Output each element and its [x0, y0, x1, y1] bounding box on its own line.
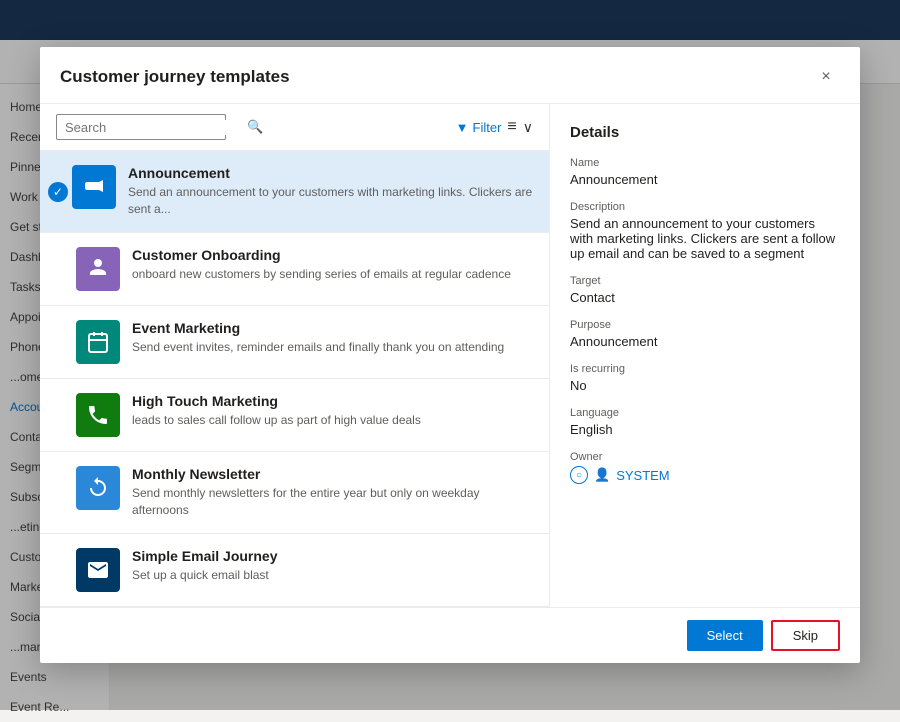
detail-recurring: Is recurring No: [570, 363, 840, 393]
sort-icon[interactable]: ≡: [507, 118, 516, 136]
template-item-event-marketing[interactable]: Event Marketing Send event invites, remi…: [40, 306, 549, 379]
template-icon-customer-onboarding: [76, 247, 120, 291]
detail-name: Name Announcement: [570, 157, 840, 187]
right-panel: Details Name Announcement Description Se…: [550, 104, 860, 606]
target-label: Target: [570, 275, 840, 287]
language-value: English: [570, 422, 840, 437]
filter-button[interactable]: ▼ Filter: [456, 120, 502, 135]
detail-description: Description Send an announcement to your…: [570, 201, 840, 261]
template-icon-high-touch: [76, 393, 120, 437]
target-value: Contact: [570, 290, 840, 305]
template-text-event-marketing: Event Marketing Send event invites, remi…: [132, 320, 533, 356]
template-desc-high-touch: leads to sales call follow up as part of…: [132, 412, 533, 429]
template-desc-customer-onboarding: onboard new customers by sending series …: [132, 266, 533, 283]
template-text-monthly-newsletter: Monthly Newsletter Send monthly newslett…: [132, 466, 533, 519]
template-name-event-marketing: Event Marketing: [132, 320, 533, 336]
template-name-high-touch: High Touch Marketing: [132, 393, 533, 409]
skip-button[interactable]: Skip: [771, 620, 840, 651]
template-item-high-touch[interactable]: High Touch Marketing leads to sales call…: [40, 379, 549, 452]
template-item-customer-onboarding[interactable]: Customer Onboarding onboard new customer…: [40, 233, 549, 306]
detail-target: Target Contact: [570, 275, 840, 305]
detail-purpose: Purpose Announcement: [570, 319, 840, 349]
owner-person-icon: 👤: [594, 467, 610, 483]
template-desc-announcement: Send an announcement to your customers w…: [128, 184, 533, 218]
template-name-monthly-newsletter: Monthly Newsletter: [132, 466, 533, 482]
left-panel: 🔍 ▼ Filter ≡ ∨ ✓: [40, 104, 550, 606]
template-desc-event-marketing: Send event invites, reminder emails and …: [132, 339, 533, 356]
owner-name: SYSTEM: [616, 468, 669, 483]
detail-language: Language English: [570, 407, 840, 437]
template-desc-monthly-newsletter: Send monthly newsletters for the entire …: [132, 485, 533, 519]
template-icon-event-marketing: [76, 320, 120, 364]
template-name-simple-email: Simple Email Journey: [132, 548, 533, 564]
search-input[interactable]: [65, 120, 241, 135]
description-label: Description: [570, 201, 840, 213]
recurring-label: Is recurring: [570, 363, 840, 375]
template-name-customer-onboarding: Customer Onboarding: [132, 247, 533, 263]
purpose-label: Purpose: [570, 319, 840, 331]
dialog-header: Customer journey templates ×: [40, 47, 860, 104]
owner-label: Owner: [570, 451, 840, 463]
description-value: Send an announcement to your customers w…: [570, 216, 840, 261]
purpose-value: Announcement: [570, 334, 840, 349]
name-label: Name: [570, 157, 840, 169]
customer-journey-dialog: Customer journey templates × 🔍 ▼ Filter: [40, 47, 860, 662]
selected-check-icon: ✓: [48, 182, 68, 202]
template-text-customer-onboarding: Customer Onboarding onboard new customer…: [132, 247, 533, 283]
close-button[interactable]: ×: [812, 63, 840, 91]
template-item-monthly-newsletter[interactable]: Monthly Newsletter Send monthly newslett…: [40, 452, 549, 534]
owner-circle-icon: ○: [570, 466, 588, 484]
template-icon-announcement: [72, 165, 116, 209]
search-filter-row: 🔍 ▼ Filter ≡ ∨: [40, 104, 549, 151]
template-icon-monthly-newsletter: [76, 466, 120, 510]
language-label: Language: [570, 407, 840, 419]
expand-icon[interactable]: ∨: [523, 119, 533, 136]
template-text-simple-email: Simple Email Journey Set up a quick emai…: [132, 548, 533, 584]
search-icon: 🔍: [247, 119, 263, 135]
template-name-announcement: Announcement: [128, 165, 533, 181]
template-icon-simple-email: [76, 548, 120, 592]
modal-overlay: Customer journey templates × 🔍 ▼ Filter: [0, 0, 900, 710]
template-text-announcement: Announcement Send an announcement to you…: [128, 165, 533, 218]
recurring-value: No: [570, 378, 840, 393]
dialog-body: 🔍 ▼ Filter ≡ ∨ ✓: [40, 104, 860, 606]
filter-row: ▼ Filter ≡ ∨: [456, 118, 533, 136]
template-desc-simple-email: Set up a quick email blast: [132, 567, 533, 584]
template-list: ✓ Announcement Send an announcement to y…: [40, 151, 549, 606]
select-button[interactable]: Select: [687, 620, 763, 651]
dialog-title: Customer journey templates: [60, 67, 290, 87]
template-item-announcement[interactable]: ✓ Announcement Send an announcement to y…: [40, 151, 549, 233]
details-title: Details: [570, 124, 840, 141]
detail-owner: Owner ○ 👤 SYSTEM: [570, 451, 840, 484]
template-text-high-touch: High Touch Marketing leads to sales call…: [132, 393, 533, 429]
template-item-simple-email[interactable]: Simple Email Journey Set up a quick emai…: [40, 534, 549, 607]
name-value: Announcement: [570, 172, 840, 187]
dialog-footer: Select Skip: [40, 607, 860, 663]
owner-value[interactable]: ○ 👤 SYSTEM: [570, 466, 840, 484]
search-input-wrapper[interactable]: 🔍: [56, 114, 226, 140]
filter-label: Filter: [473, 120, 502, 135]
filter-funnel-icon: ▼: [456, 120, 469, 135]
